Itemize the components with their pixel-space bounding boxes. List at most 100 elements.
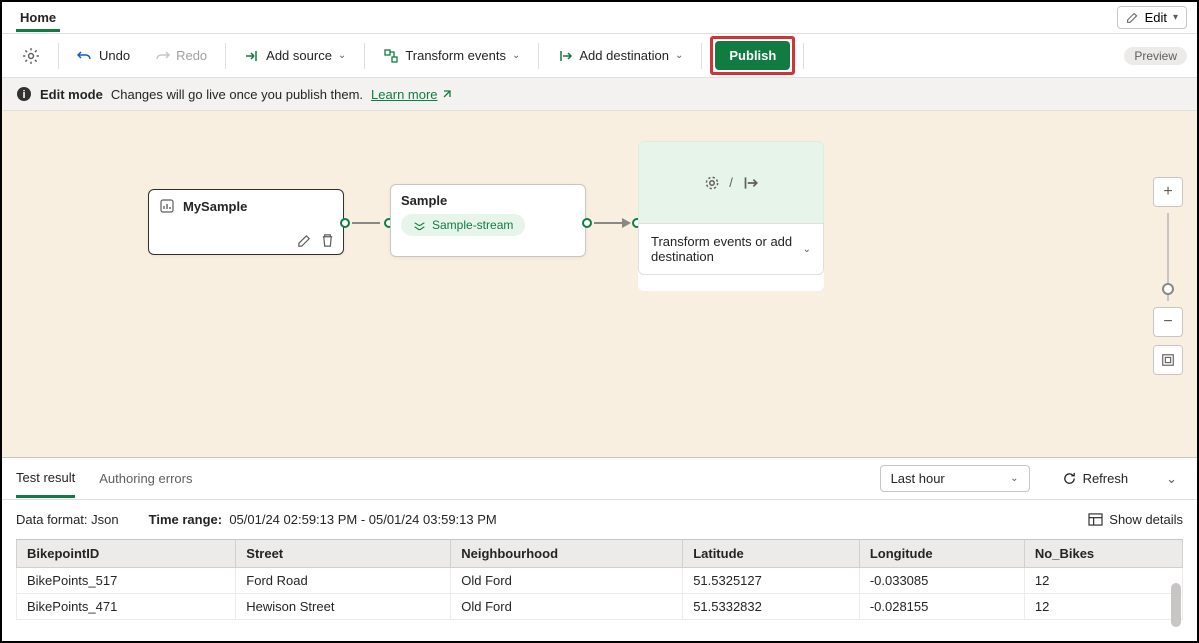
chevron-down-icon[interactable]: ⌄ [1160,471,1183,487]
info-message: Changes will go live once you publish th… [111,87,363,102]
publish-highlight: Publish [710,36,795,75]
chevron-down-icon[interactable]: ⌄ [803,244,811,255]
processor-icon [703,174,721,192]
data-format-value: Json [91,512,118,527]
node-destination[interactable]: / Transform events or add destination ⌄ [638,141,824,291]
edit-button[interactable]: Edit ▾ [1117,6,1187,29]
bottom-panel: Test result Authoring errors Last hour ⌄… [2,457,1197,620]
node-source[interactable]: MySample [148,189,344,255]
stream-label: Sample-stream [432,218,513,232]
chevron-down-icon: ⌄ [1010,473,1018,484]
arrow-icon [622,218,631,228]
refresh-button[interactable]: Refresh [1054,466,1137,491]
redo-icon [154,48,170,64]
redo-label: Redo [176,48,207,63]
cell: 12 [1024,568,1182,594]
zoom-thumb[interactable] [1162,283,1174,295]
col-neighbourhood[interactable]: Neighbourhood [451,540,683,568]
zoom-out-button[interactable]: − [1153,307,1183,337]
time-range-select[interactable]: Last hour ⌄ [880,465,1030,492]
info-bar: i Edit mode Changes will go live once yo… [2,78,1197,111]
time-range-label: Time range: [149,512,222,527]
chevron-down-icon: ▾ [1173,12,1178,23]
add-source-button[interactable]: Add source ⌄ [234,42,356,70]
refresh-icon [1062,471,1077,486]
exit-icon [741,174,759,192]
cell: -0.028155 [859,594,1024,620]
slash: / [729,175,733,190]
add-destination-label: Add destination [579,48,669,63]
separator [364,43,365,69]
fit-icon [1161,353,1175,367]
cell: 51.5325127 [683,568,860,594]
add-destination-icon [557,48,573,64]
chevron-down-icon: ⌄ [512,50,520,61]
undo-icon [77,48,93,64]
data-format-label: Data format: [16,512,88,527]
transform-events-button[interactable]: Transform events ⌄ [373,42,530,70]
zoom-in-button[interactable]: + [1153,177,1183,207]
pencil-icon [1126,11,1139,24]
settings-button[interactable] [12,41,50,71]
separator [701,43,702,69]
col-street[interactable]: Street [236,540,451,568]
separator [803,43,804,69]
pencil-icon[interactable] [297,233,312,248]
separator [538,43,539,69]
table-row[interactable]: BikePoints_471 Hewison Street Old Ford 5… [17,594,1183,620]
tab-test-result[interactable]: Test result [16,460,75,498]
undo-button[interactable]: Undo [67,42,140,70]
results-table: BikepointID Street Neighbourhood Latitud… [16,539,1183,620]
edit-mode-label: Edit mode [40,87,103,102]
stream-icon [413,219,426,232]
time-range-value: 05/01/24 02:59:13 PM - 05/01/24 03:59:13… [229,512,496,527]
add-destination-button[interactable]: Add destination ⌄ [547,42,693,70]
svg-text:i: i [22,89,25,101]
port-out[interactable] [340,218,350,228]
separator [58,43,59,69]
col-bikepointid[interactable]: BikepointID [17,540,236,568]
fit-screen-button[interactable] [1153,345,1183,375]
bar-chart-icon [159,198,175,214]
canvas[interactable]: MySample Sample Sample-stream / Transfor… [2,111,1197,457]
cell: BikePoints_471 [17,594,236,620]
cell: Old Ford [451,594,683,620]
table-row[interactable]: BikePoints_517 Ford Road Old Ford 51.532… [17,568,1183,594]
publish-button[interactable]: Publish [715,41,790,70]
zoom-slider[interactable] [1167,213,1169,301]
cell: Old Ford [451,568,683,594]
meta-row: Data format: Json Time range: 05/01/24 0… [2,500,1197,539]
learn-more-link[interactable]: Learn more [371,87,452,102]
preview-badge: Preview [1124,47,1187,65]
col-longitude[interactable]: Longitude [859,540,1024,568]
cell: 12 [1024,594,1182,620]
details-icon [1088,513,1103,526]
node-sample[interactable]: Sample Sample-stream [390,184,586,257]
sample-stream-pill[interactable]: Sample-stream [401,214,525,236]
external-link-icon [441,88,453,100]
table-header-row: BikepointID Street Neighbourhood Latitud… [17,540,1183,568]
col-latitude[interactable]: Latitude [683,540,860,568]
col-nobikes[interactable]: No_Bikes [1024,540,1182,568]
trash-icon[interactable] [320,233,335,248]
transform-label: Transform events [405,48,506,63]
add-source-label: Add source [266,48,332,63]
edge [352,222,380,224]
learn-more-label: Learn more [371,87,437,102]
source-title: MySample [183,199,247,214]
separator [225,43,226,69]
top-header: Home Edit ▾ [2,2,1197,34]
edit-label: Edit [1145,10,1167,25]
redo-button[interactable]: Redo [144,42,217,70]
zoom-controls: + − [1153,177,1183,375]
time-select-value: Last hour [891,471,945,486]
gear-icon [22,47,40,65]
scrollbar[interactable] [1171,583,1181,627]
info-icon: i [16,86,32,102]
tab-authoring-errors[interactable]: Authoring errors [99,461,192,496]
dest-text: Transform events or add destination [651,234,803,264]
tab-home[interactable]: Home [16,4,60,32]
port-out[interactable] [582,218,592,228]
show-details-button[interactable]: Show details [1088,512,1183,527]
refresh-label: Refresh [1083,471,1129,486]
